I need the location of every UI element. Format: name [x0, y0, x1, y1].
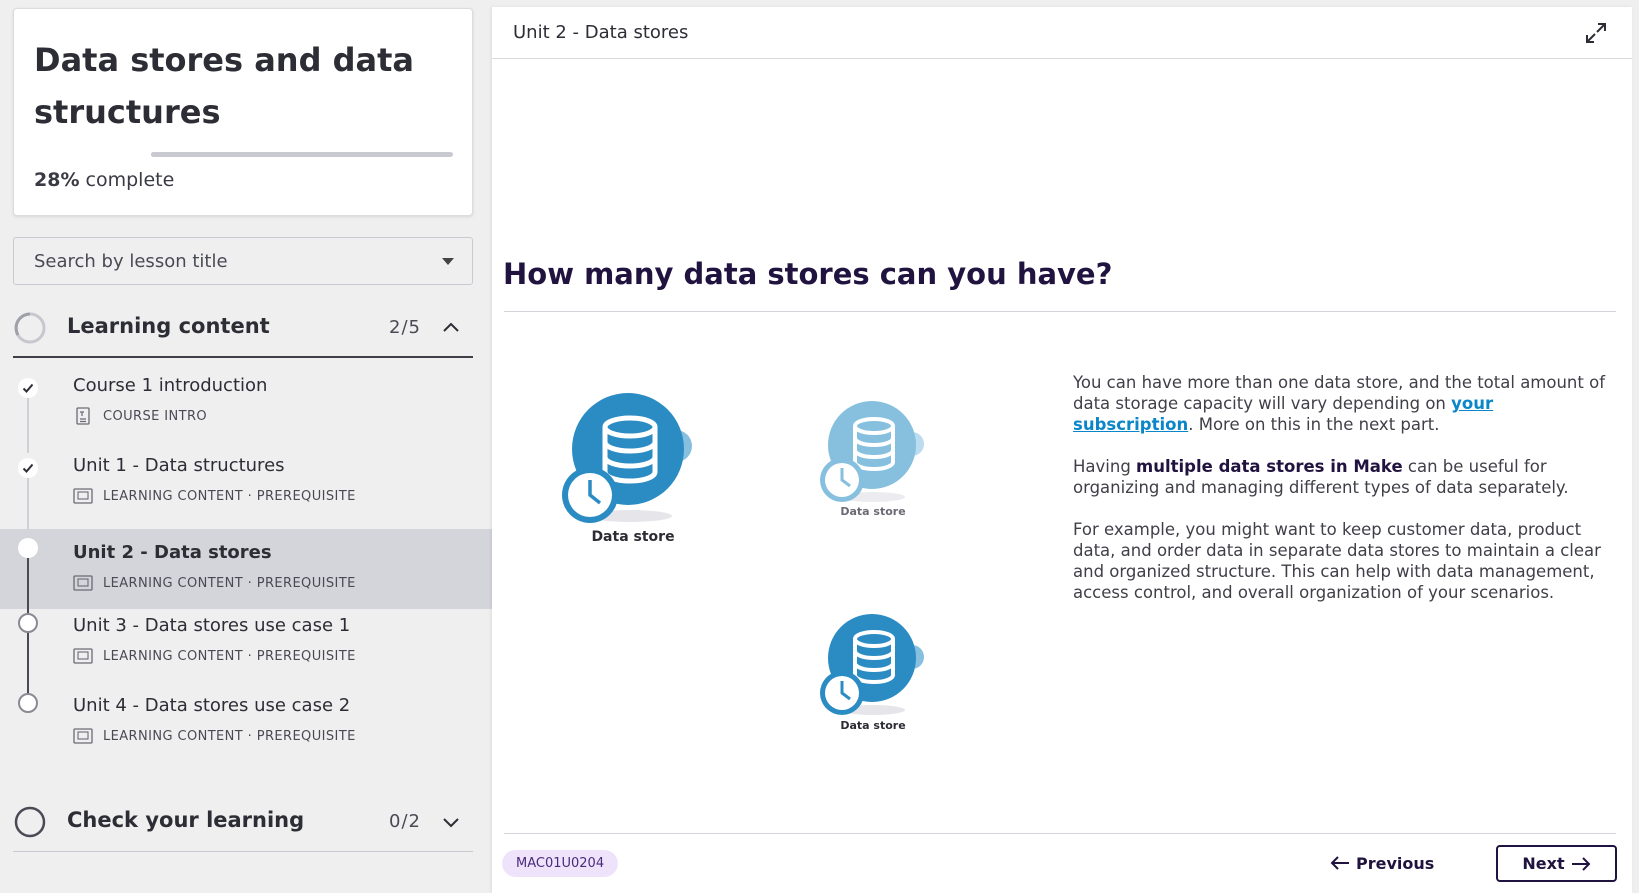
lesson-viewer: Unit 2 - Data stores How many data store… — [492, 7, 1632, 893]
slides-icon — [73, 575, 93, 591]
lesson-item-active[interactable]: Unit 2 - Data stores LEARNING CONTENT · … — [0, 529, 492, 613]
lesson-item[interactable]: Unit 3 - Data stores use case 1 LEARNING… — [0, 609, 492, 693]
not-started-circle-icon — [18, 613, 38, 633]
chevron-up-icon[interactable] — [441, 318, 461, 338]
slides-icon — [73, 488, 93, 504]
lesson-body-text: You can have more than one data store, a… — [1073, 372, 1608, 624]
lesson-viewer-title: Unit 2 - Data stores — [513, 22, 689, 43]
emphasis-text: multiple data stores in Make — [1136, 457, 1403, 476]
section-title: Learning content — [67, 314, 270, 338]
paragraph: You can have more than one data store, a… — [1073, 372, 1608, 435]
lesson-meta-text: LEARNING CONTENT · PREREQUISITE — [103, 575, 356, 591]
current-lesson-dot-icon — [18, 538, 38, 558]
lesson-title: Unit 3 - Data stores use case 1 — [73, 615, 351, 636]
paragraph-text: Having — [1073, 457, 1137, 476]
paragraph: For example, you might want to keep cust… — [1073, 520, 1601, 602]
course-progress-bar — [151, 152, 453, 157]
caret-down-icon — [442, 258, 454, 265]
progress-connector — [27, 478, 29, 533]
lesson-item[interactable]: Unit 4 - Data stores use case 2 LEARNING… — [0, 689, 492, 769]
course-progress-fill — [151, 152, 236, 157]
course-sidebar: Data stores and data structures 28% comp… — [0, 0, 492, 893]
lesson-item[interactable]: Unit 1 - Data structures LEARNING CONTEN… — [0, 453, 492, 533]
progress-connector — [27, 556, 29, 613]
data-store-illustration-faded — [820, 401, 924, 502]
lesson-meta-text: COURSE INTRO — [103, 408, 208, 424]
lesson-meta-text: LEARNING CONTENT · PREREQUISITE — [103, 488, 356, 504]
paragraph-text: . More on this in the next part. — [1188, 415, 1440, 434]
section-divider — [13, 356, 473, 358]
lesson-title: Course 1 introduction — [73, 375, 268, 396]
course-progress-suffix: complete — [85, 169, 175, 191]
data-store-label: Data store — [840, 505, 906, 518]
footer-divider — [504, 833, 1616, 834]
lesson-code-badge: MAC01U0204 — [502, 850, 619, 877]
lesson-heading: How many data stores can you have? — [503, 257, 1113, 291]
section-divider — [13, 851, 473, 852]
course-progress-value: 28% — [34, 169, 80, 191]
next-button[interactable]: Next — [1496, 845, 1617, 882]
progress-connector — [27, 633, 29, 693]
slides-icon — [73, 648, 93, 664]
paragraph-text: You can have more than one data store, a… — [1073, 373, 1606, 413]
lesson-search-select[interactable]: Search by lesson title — [13, 237, 473, 285]
lesson-viewer-header: Unit 2 - Data stores — [492, 7, 1632, 59]
document-icon — [76, 407, 90, 425]
section-count: 0/2 — [389, 811, 421, 832]
section-title: Check your learning — [67, 808, 305, 832]
lesson-meta: LEARNING CONTENT · PREREQUISITE — [73, 727, 356, 745]
section-header-learning-content[interactable]: Learning content 2/5 — [13, 300, 473, 358]
section-header-check-your-learning[interactable]: Check your learning 0/2 — [13, 794, 473, 852]
completed-check-icon — [18, 378, 38, 398]
lesson-meta: LEARNING CONTENT · PREREQUISITE — [73, 574, 356, 592]
expand-fullscreen-icon[interactable] — [1584, 21, 1608, 45]
data-store-label: Data store — [840, 719, 906, 732]
next-button-label: Next — [1522, 854, 1565, 873]
course-summary-card: Data stores and data structures 28% comp… — [13, 8, 473, 216]
completed-check-icon — [18, 458, 38, 478]
heading-divider — [504, 311, 1616, 312]
arrow-right-icon — [1571, 856, 1591, 871]
chevron-down-icon[interactable] — [441, 812, 461, 832]
data-store-label: Data store — [591, 529, 675, 545]
paragraph: Having multiple data stores in Make can … — [1073, 456, 1608, 498]
lesson-title: Unit 2 - Data stores — [73, 542, 272, 563]
data-store-illustration-large — [562, 393, 692, 523]
partial-progress-ring-icon — [14, 312, 46, 344]
data-store-illustration-small — [820, 614, 924, 715]
lesson-meta: LEARNING CONTENT · PREREQUISITE — [73, 487, 356, 505]
slides-icon — [73, 728, 93, 744]
previous-button-label: Previous — [1356, 853, 1435, 873]
lesson-meta-text: LEARNING CONTENT · PREREQUISITE — [103, 728, 356, 744]
lesson-meta: LEARNING CONTENT · PREREQUISITE — [73, 647, 356, 665]
not-started-circle-icon — [18, 693, 38, 713]
arrow-left-icon — [1330, 856, 1349, 870]
empty-progress-ring-icon — [14, 806, 46, 838]
lesson-title: Unit 1 - Data structures — [73, 455, 285, 476]
lesson-meta: COURSE INTRO — [73, 407, 207, 425]
previous-button[interactable]: Previous — [1330, 847, 1434, 879]
lesson-item[interactable]: Course 1 introduction COURSE INTRO — [0, 373, 492, 453]
course-title: Data stores and data structures — [34, 41, 414, 131]
lesson-meta-text: LEARNING CONTENT · PREREQUISITE — [103, 648, 356, 664]
course-progress-text: 28% complete — [34, 169, 174, 191]
lesson-search-placeholder: Search by lesson title — [34, 251, 228, 272]
lesson-title: Unit 4 - Data stores use case 2 — [73, 695, 351, 716]
lesson-list: Course 1 introduction COURSE INTRO Unit … — [0, 373, 492, 769]
progress-connector — [27, 398, 29, 453]
section-count: 2/5 — [389, 317, 421, 338]
